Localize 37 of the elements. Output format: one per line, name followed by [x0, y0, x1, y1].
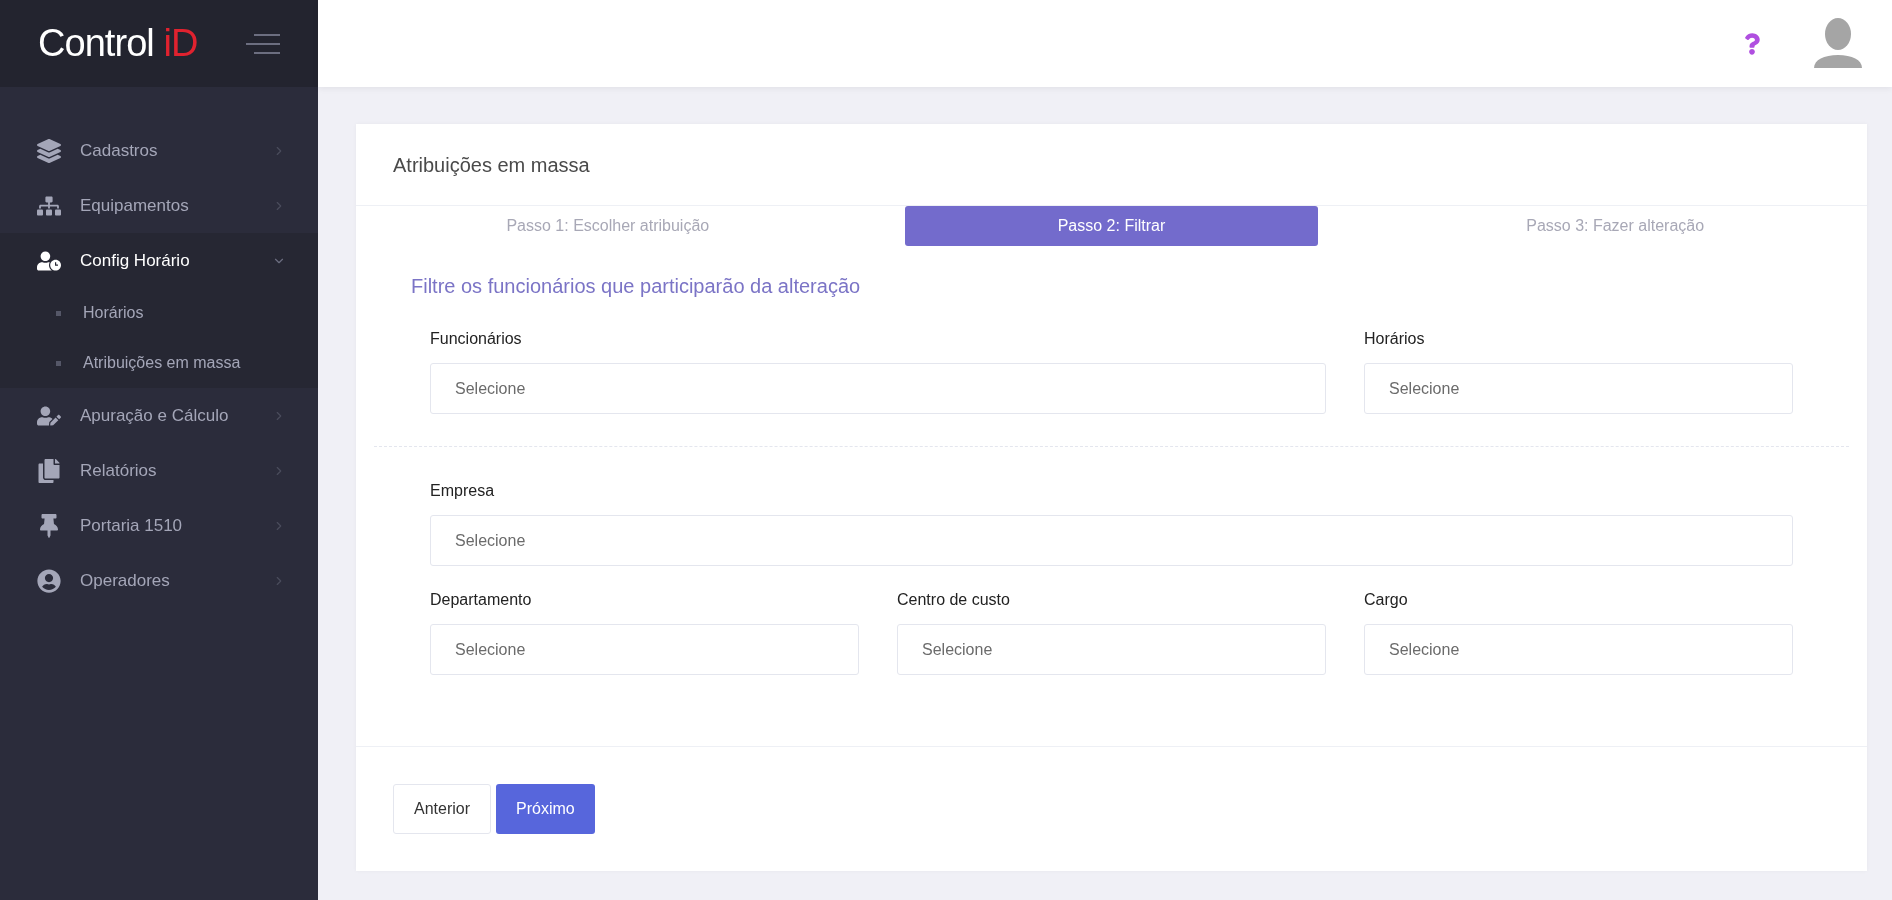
- select-field[interactable]: Selecione: [430, 363, 1326, 414]
- field-label: Horários: [1364, 329, 1426, 349]
- nav-item[interactable]: Apuração e Cálculo: [0, 388, 318, 443]
- select-field[interactable]: Selecione: [430, 624, 859, 675]
- step-tab[interactable]: Passo 2: Filtrar: [904, 206, 1319, 246]
- select-field[interactable]: Selecione: [1364, 363, 1793, 414]
- field-label: Departamento: [430, 590, 533, 610]
- nav-item[interactable]: Cadastros: [0, 123, 318, 178]
- select-field[interactable]: Selecione: [897, 624, 1326, 675]
- subtitle: Filtre os funcionários que participarão da alteração: [410, 274, 862, 299]
- nav-item[interactable]: Config Horário: [0, 233, 318, 288]
- nav-subitem[interactable]: Horários: [0, 288, 318, 338]
- field-label: Centro de custo: [897, 590, 1011, 610]
- nav-subitem[interactable]: Atribuições em massa: [0, 338, 318, 388]
- field-label: Empresa: [430, 481, 496, 501]
- user-clock-icon: [37, 248, 61, 273]
- back-button[interactable]: Anterior: [393, 784, 492, 834]
- bullet-icon: [56, 310, 61, 316]
- nav-item[interactable]: Operadores: [0, 553, 318, 608]
- nav-item[interactable]: Relatórios: [0, 443, 318, 498]
- bullet-icon: [56, 360, 61, 366]
- logo: Control iD: [38, 21, 198, 66]
- menu-icon[interactable]: [246, 33, 282, 54]
- help-icon[interactable]: [1744, 32, 1760, 55]
- user-edit-icon: [37, 403, 61, 428]
- layers-icon: [37, 138, 61, 163]
- nav-item[interactable]: Portaria 1510: [0, 498, 318, 553]
- field-label: Funcionários: [430, 329, 523, 349]
- select-field[interactable]: Selecione: [430, 515, 1793, 566]
- sitemap-icon: [37, 193, 61, 218]
- documents-icon: [37, 458, 61, 483]
- field-label: Cargo: [1364, 590, 1409, 610]
- avatar-icon[interactable]: [1812, 17, 1864, 70]
- pin-icon: [37, 513, 61, 538]
- next-button[interactable]: Próximo: [496, 784, 595, 834]
- nav-item[interactable]: Equipamentos: [0, 178, 318, 233]
- select-field[interactable]: Selecione: [1364, 624, 1793, 675]
